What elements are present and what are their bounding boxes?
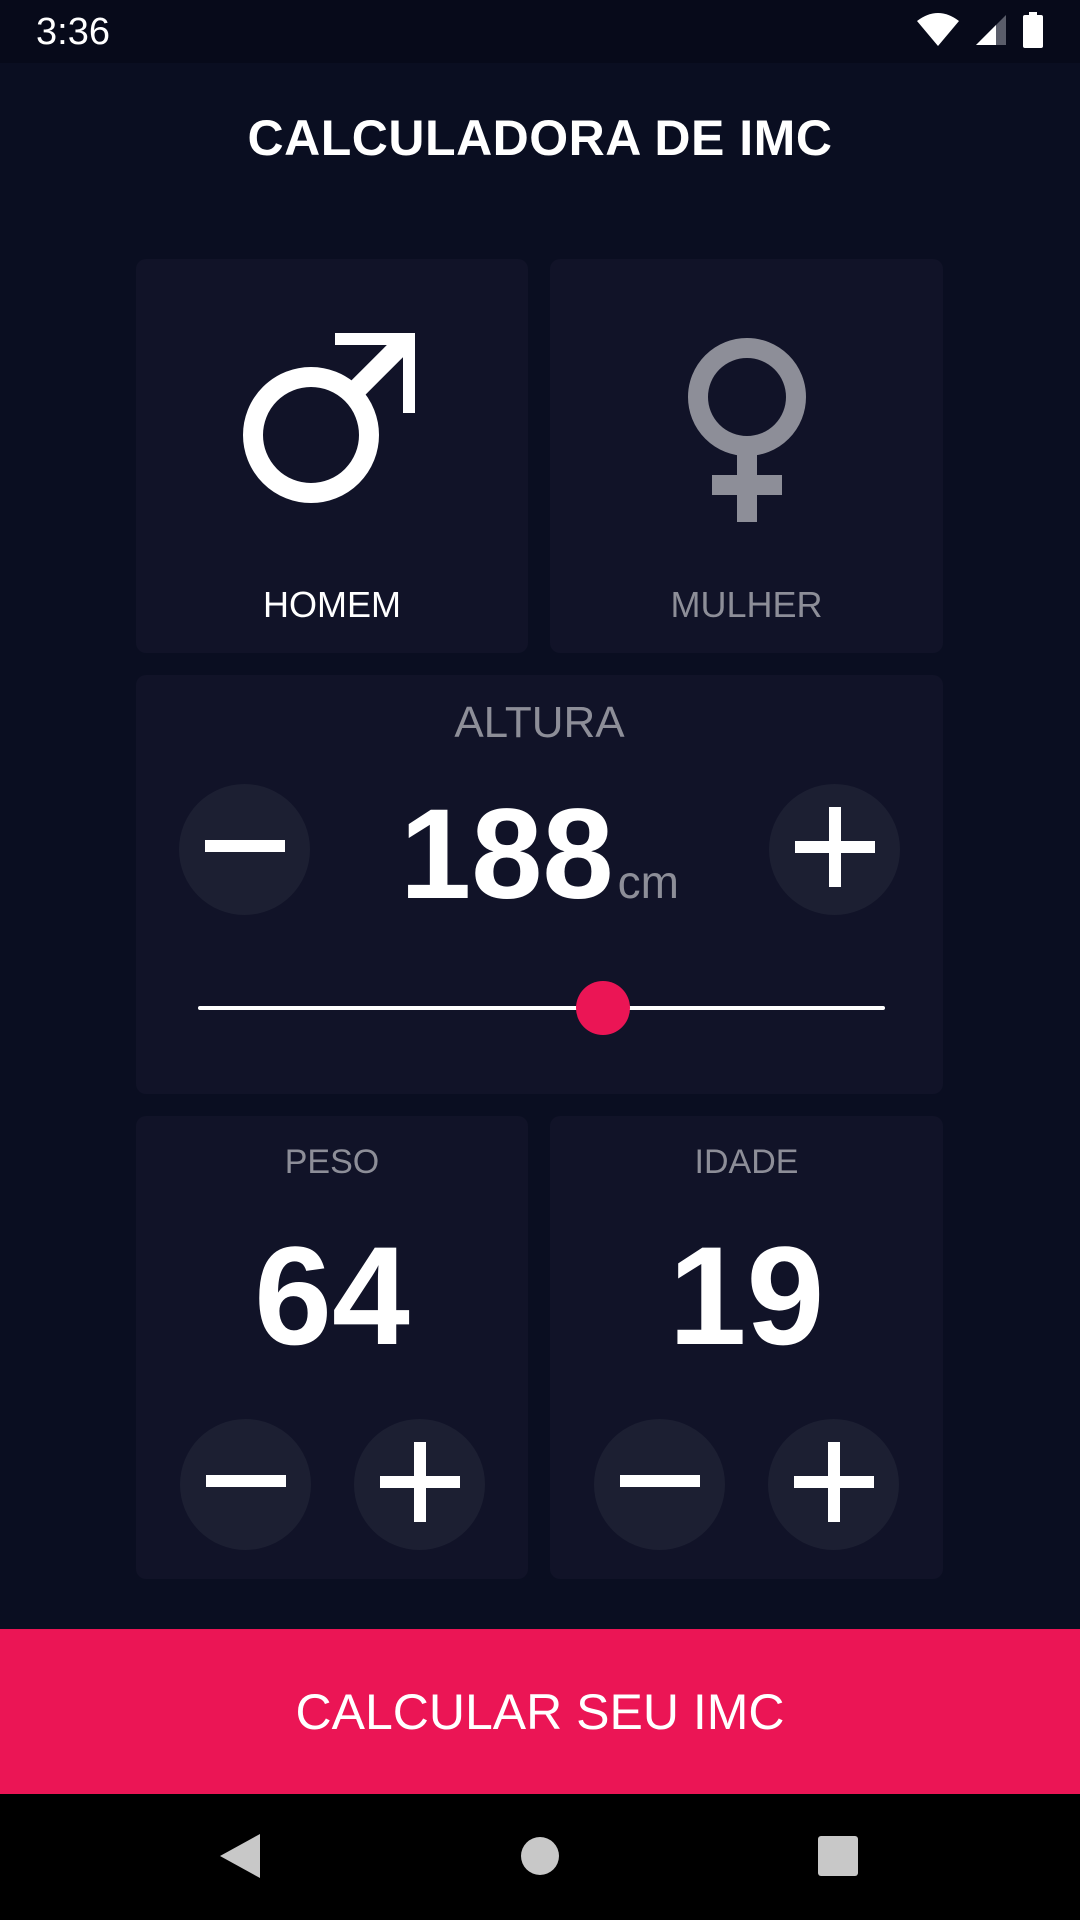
age-label: IDADE [694,1143,799,1181]
navigation-bar [0,1794,1080,1920]
height-unit: cm [617,856,679,908]
plus-icon [793,1442,874,1527]
slider-track[interactable] [198,1006,885,1010]
app-screen: 3:36 CALCULADORA DE IMC HOMEM MULHER ALT… [0,0,1080,1920]
female-icon [682,337,812,532]
age-increment-button[interactable] [768,1419,899,1550]
height-label: ALTURA [454,698,625,747]
status-icons [916,11,1044,53]
recents-button[interactable] [810,1830,866,1886]
status-bar: 3:36 [0,0,1080,63]
age-card: IDADE 19 [550,1116,943,1579]
recents-icon [817,1835,859,1882]
home-icon [520,1836,560,1881]
weight-value: 64 [254,1217,410,1374]
height-increment-button[interactable] [769,784,900,915]
back-icon [218,1832,262,1885]
calculate-button[interactable]: CALCULAR SEU IMC [0,1629,1080,1794]
weight-decrement-button[interactable] [180,1419,311,1550]
female-label: MULHER [670,584,823,625]
page-title: CALCULADORA DE IMC [247,110,833,166]
minus-icon [205,1475,286,1494]
age-value: 19 [668,1217,825,1374]
male-icon [237,321,427,516]
slider-thumb[interactable] [576,981,631,1035]
cell-signal-icon [974,13,1008,52]
status-time: 3:36 [36,11,110,53]
wifi-icon [916,12,960,52]
plus-icon [379,1442,460,1527]
battery-icon [1022,11,1044,53]
minus-icon [619,1475,700,1494]
gender-card-female[interactable]: MULHER [550,259,943,653]
home-button[interactable] [512,1830,568,1886]
male-label: HOMEM [263,584,401,625]
gender-card-male[interactable]: HOMEM [136,259,528,653]
height-slider[interactable] [198,981,885,1035]
height-value: 188 [400,783,614,926]
height-card: ALTURA 188cm [136,675,943,1094]
plus-icon [794,807,875,892]
back-button[interactable] [212,1830,268,1886]
age-decrement-button[interactable] [594,1419,725,1550]
weight-label: PESO [284,1143,380,1181]
weight-increment-button[interactable] [354,1419,485,1550]
weight-card: PESO 64 [136,1116,528,1579]
